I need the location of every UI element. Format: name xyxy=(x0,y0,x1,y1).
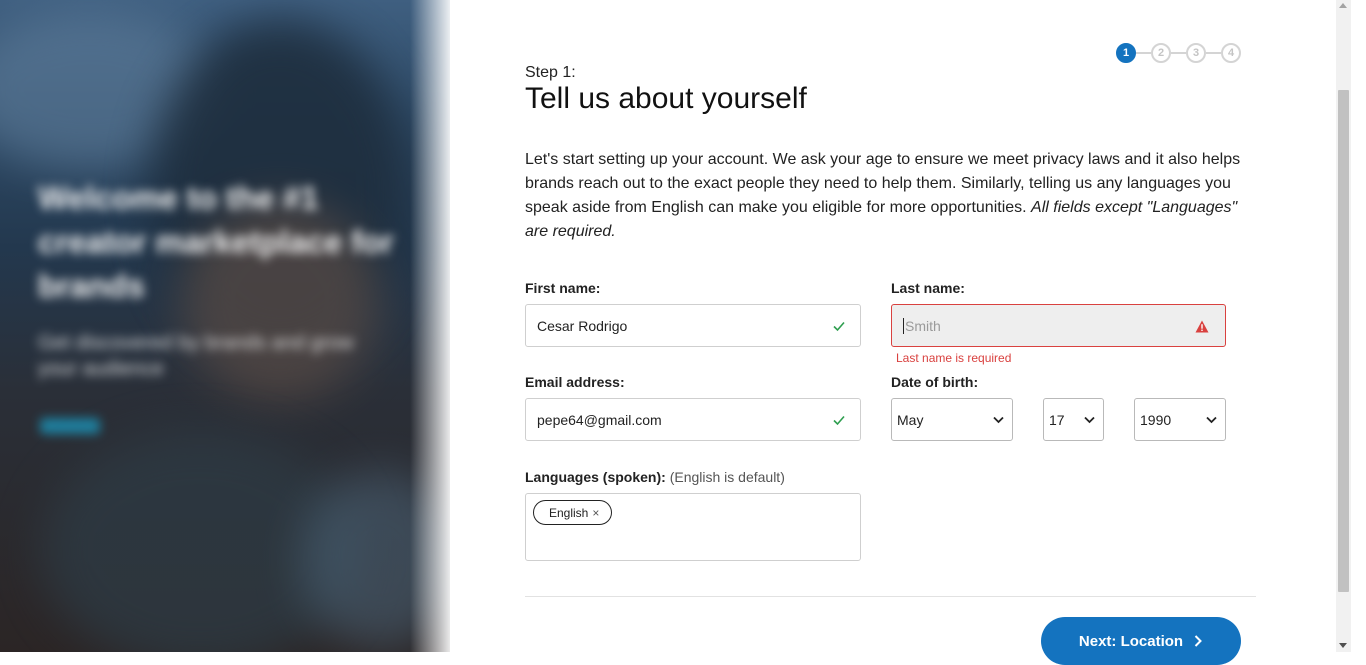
dob-month-select[interactable]: May xyxy=(891,398,1013,441)
remove-tag-icon[interactable]: × xyxy=(592,506,599,520)
language-tag-english[interactable]: English × xyxy=(533,500,613,525)
scroll-up-arrow-icon[interactable] xyxy=(1339,3,1347,8)
next-button-label: Next: Location xyxy=(1078,632,1184,650)
dob-day-value: 17 xyxy=(1049,411,1065,428)
hero-cta xyxy=(40,418,100,434)
step-1-indicator: 1 xyxy=(1116,43,1136,63)
form-divider xyxy=(525,596,1256,597)
languages-label-text: Languages (spoken): xyxy=(525,469,666,485)
page-title: Tell us about yourself xyxy=(525,82,807,115)
step-connector xyxy=(1136,52,1151,54)
dob-year-select[interactable]: 1990 xyxy=(1134,398,1226,441)
last-name-placeholder: Smith xyxy=(905,317,941,334)
valid-check-icon xyxy=(833,321,845,332)
scroll-down-arrow-icon[interactable] xyxy=(1339,643,1347,648)
intro-paragraph: Let's start setting up your account. We … xyxy=(525,148,1245,244)
first-name-input[interactable]: Cesar Rodrigo xyxy=(525,304,861,347)
dob-label: Date of birth: xyxy=(891,374,979,390)
text-cursor xyxy=(903,317,904,334)
first-name-value: Cesar Rodrigo xyxy=(537,317,628,334)
last-name-error: Last name is required xyxy=(896,351,1012,365)
email-input[interactable]: pepe64@gmail.com xyxy=(525,398,861,441)
window-gutter xyxy=(1351,0,1366,652)
hero-panel: Welcome to the #1 creator marketplace fo… xyxy=(0,0,450,652)
next-location-button[interactable]: Next: Location xyxy=(1041,617,1241,665)
languages-label: Languages (spoken): (English is default) xyxy=(525,469,785,485)
chevron-down-icon xyxy=(1206,416,1217,424)
first-name-label: First name: xyxy=(525,280,601,296)
warning-icon xyxy=(1195,320,1209,333)
hero-fade xyxy=(410,0,450,652)
language-tag-label: English xyxy=(549,505,589,520)
chevron-down-icon xyxy=(993,416,1004,424)
hero-subtext: Get discovered by brands and grow your a… xyxy=(38,332,354,380)
step-connector xyxy=(1171,52,1186,54)
step-2-indicator: 2 xyxy=(1151,43,1171,63)
last-name-input[interactable]: Smith xyxy=(891,304,1226,347)
hero-headline: Welcome to the #1 creator marketplace fo… xyxy=(38,180,394,304)
step-connector xyxy=(1206,52,1221,54)
scrollbar-thumb[interactable] xyxy=(1338,90,1349,592)
vertical-scrollbar[interactable] xyxy=(1336,0,1351,652)
chevron-down-icon xyxy=(1084,416,1095,424)
step-3-indicator: 3 xyxy=(1186,43,1206,63)
email-label: Email address: xyxy=(525,374,625,390)
languages-hint: (English is default) xyxy=(669,469,785,485)
dob-day-select[interactable]: 17 xyxy=(1043,398,1104,441)
dob-month-value: May xyxy=(897,411,924,428)
step-4-indicator: 4 xyxy=(1221,43,1241,63)
languages-input[interactable]: English × xyxy=(525,493,861,561)
valid-check-icon xyxy=(833,415,845,426)
email-value: pepe64@gmail.com xyxy=(537,411,662,428)
dob-year-value: 1990 xyxy=(1140,411,1172,428)
chevron-right-icon xyxy=(1194,635,1203,647)
step-label: Step 1: xyxy=(525,64,576,81)
signup-form: 1 2 3 4 Step 1: Tell us about yourself L… xyxy=(450,0,1336,665)
progress-stepper: 1 2 3 4 xyxy=(1116,43,1241,63)
last-name-label: Last name: xyxy=(891,280,965,296)
